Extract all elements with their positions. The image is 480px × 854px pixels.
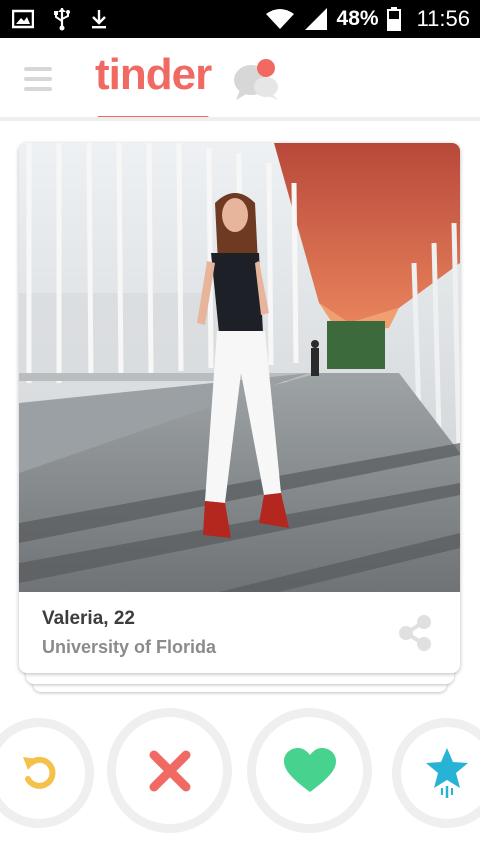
star-icon [426, 748, 468, 798]
profile-card[interactable]: Valeria, 22 University of Florida [19, 143, 460, 673]
share-icon[interactable] [395, 613, 435, 653]
signal-icon [304, 8, 327, 30]
header-divider [0, 117, 480, 121]
heart-icon [283, 747, 336, 792]
status-bar: 48% 11:56 [0, 0, 480, 38]
wifi-icon [265, 9, 294, 29]
download-icon [92, 10, 106, 29]
battery-percent: 48% [336, 7, 379, 30]
profile-school: University of Florida [42, 637, 217, 657]
app-header: tinder [0, 38, 480, 121]
profile-name-age: Valeria, 22 [42, 608, 135, 629]
super-like-button[interactable] [392, 718, 480, 828]
chat-bubbles-icon[interactable] [232, 58, 282, 104]
clock: 11:56 [416, 6, 470, 31]
rewind-icon [23, 756, 56, 789]
like-button[interactable] [247, 708, 372, 833]
x-icon [149, 750, 190, 791]
battery-icon [386, 7, 401, 31]
tinder-logo[interactable]: tinder [95, 50, 212, 100]
nope-button[interactable] [107, 708, 232, 833]
usb-icon [54, 8, 70, 31]
hamburger-menu-icon[interactable] [24, 67, 52, 91]
rewind-button[interactable] [0, 718, 94, 828]
image-icon [12, 9, 34, 29]
profile-photo[interactable] [19, 143, 460, 592]
